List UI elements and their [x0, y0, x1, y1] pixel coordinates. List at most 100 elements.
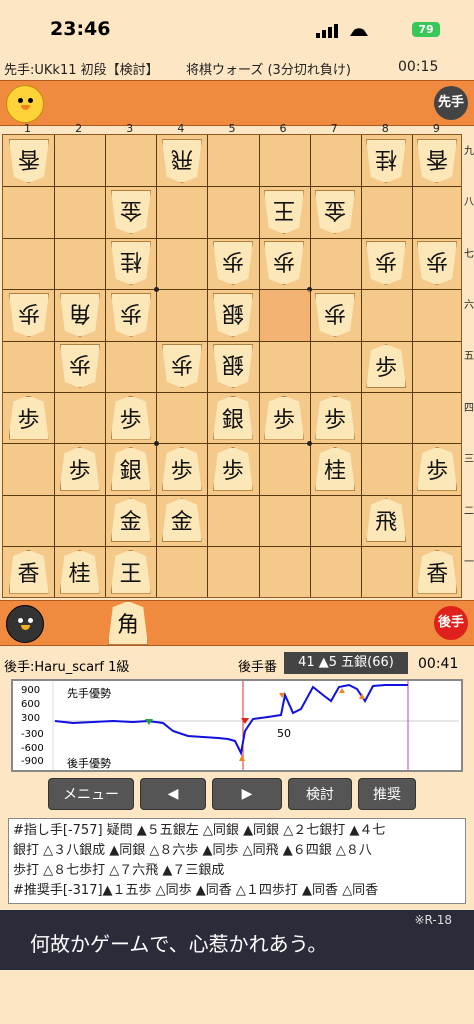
- board-piece[interactable]: 銀: [110, 446, 151, 491]
- piece-label: 金: [119, 510, 142, 536]
- board-piece[interactable]: 香: [9, 139, 49, 183]
- board-piece[interactable]: 金: [111, 190, 151, 234]
- board-piece[interactable]: 歩: [60, 344, 100, 388]
- sente-clock: 00:15: [398, 59, 439, 75]
- grid-line: [309, 135, 311, 597]
- prev-button[interactable]: ◀: [140, 778, 206, 810]
- piece-label: 香: [426, 145, 449, 171]
- hand-piece-kaku[interactable]: 角: [108, 601, 148, 645]
- row-label: 九: [464, 145, 474, 157]
- shogi-board[interactable]: 香飛桂香金王金桂歩歩歩歩歩角歩銀歩歩歩銀歩歩歩銀歩歩歩銀歩歩桂歩金金飛香桂王香: [2, 134, 462, 598]
- sente-player-label: 先手:UKk11 初段【検討】: [4, 63, 159, 78]
- board-piece[interactable]: 香: [8, 549, 49, 594]
- board-piece[interactable]: 銀: [212, 395, 253, 440]
- piece-label: 歩: [272, 407, 295, 433]
- grid-line: [3, 340, 461, 342]
- chick-avatar-icon[interactable]: [6, 85, 44, 123]
- grid-line: [105, 135, 107, 597]
- board-piece[interactable]: 金: [161, 498, 202, 543]
- board-piece[interactable]: 歩: [417, 446, 458, 491]
- piece-label: 桂: [375, 145, 398, 171]
- grid-line: [3, 186, 461, 188]
- board-piece[interactable]: 飛: [366, 498, 407, 543]
- board-piece[interactable]: 歩: [264, 395, 304, 440]
- piece-label: 歩: [375, 356, 398, 382]
- board-piece[interactable]: 歩: [59, 446, 100, 491]
- piece-label: 桂: [119, 248, 142, 274]
- evaluation-graph[interactable]: 900 600 300 -300 -600 -900 先手優勢 後手優勢 50: [11, 679, 463, 772]
- review-button[interactable]: 検討: [288, 778, 352, 810]
- board-piece[interactable]: 銀: [213, 293, 253, 337]
- board-piece[interactable]: 王: [110, 549, 151, 594]
- board-piece[interactable]: 桂: [315, 446, 356, 491]
- piece-label: 歩: [221, 248, 244, 274]
- board-piece[interactable]: 歩: [315, 395, 356, 440]
- piece-label: 歩: [426, 458, 449, 484]
- row-label: 八: [464, 197, 474, 209]
- star-point: [153, 286, 159, 292]
- piece-label: 歩: [119, 407, 142, 433]
- piece-label: 金: [324, 196, 347, 222]
- board-piece[interactable]: 桂: [111, 241, 151, 285]
- piece-label: 歩: [375, 248, 398, 274]
- board-piece[interactable]: 王: [264, 190, 304, 234]
- board-piece[interactable]: 歩: [162, 344, 202, 388]
- black-chick-avatar-icon[interactable]: [6, 605, 44, 643]
- comment-line-2: 銀打 △３八銀成 ▲同銀 △８六歩 ▲同歩 △同飛 ▲６四銀 △８八: [13, 843, 372, 858]
- board-piece[interactable]: 桂: [59, 549, 100, 594]
- board-piece[interactable]: 歩: [417, 241, 457, 285]
- comment-line-4: #推奨手[-317]▲１五歩 △同歩 ▲同香 △１四歩打 ▲同香 △同香: [13, 883, 379, 898]
- board-piece[interactable]: 桂: [366, 139, 406, 183]
- board-piece[interactable]: 歩: [366, 241, 406, 285]
- board-piece[interactable]: 歩: [213, 241, 253, 285]
- board-piece[interactable]: 歩: [111, 293, 151, 337]
- y-label-900: 900: [21, 685, 41, 696]
- board-piece[interactable]: 飛: [162, 139, 202, 183]
- grid-line: [54, 135, 56, 597]
- board-piece[interactable]: 香: [417, 549, 458, 594]
- board-piece[interactable]: 銀: [213, 344, 253, 388]
- grid-line: [411, 135, 413, 597]
- gote-hand-bar: 先手: [0, 80, 474, 126]
- y-label-300: 300: [21, 713, 41, 724]
- piece-label: 銀: [119, 458, 142, 484]
- grid-line: [156, 135, 158, 597]
- recommend-button[interactable]: 推奨: [358, 778, 416, 810]
- board-piece[interactable]: 歩: [315, 293, 355, 337]
- piece-label: 銀: [221, 407, 244, 433]
- board-piece[interactable]: 歩: [212, 446, 253, 491]
- sente-advantage-label: 先手優勢: [67, 687, 111, 700]
- board-piece[interactable]: 歩: [8, 395, 49, 440]
- y-label-600: 600: [21, 699, 41, 710]
- grid-line: [3, 443, 461, 445]
- piece-label: 銀: [221, 299, 244, 325]
- piece-label: 王: [273, 196, 296, 222]
- board-piece[interactable]: 歩: [366, 344, 407, 389]
- board-piece[interactable]: 歩: [264, 241, 304, 285]
- last-move-highlight: [259, 290, 310, 341]
- move-comment[interactable]: #指し手[-757] 疑問 ▲５五銀左 △同銀 ▲同銀 △２七銀打 ▲４七 銀打…: [8, 818, 466, 904]
- grid-line: [3, 237, 461, 239]
- board-piece[interactable]: 金: [110, 498, 151, 543]
- ad-banner[interactable]: 何故かゲームで、心惹かれあう。 ※R-18: [0, 910, 474, 970]
- sente-badge: 先手: [434, 86, 468, 120]
- board-piece[interactable]: 香: [417, 139, 457, 183]
- star-point: [307, 440, 313, 446]
- star-point: [153, 440, 159, 446]
- piece-label: 銀: [221, 351, 244, 377]
- status-time: 23:46: [50, 18, 111, 40]
- next-button[interactable]: ▶: [212, 778, 282, 810]
- board-piece[interactable]: 角: [60, 293, 100, 337]
- ad-text: 何故かゲームで、心惹かれあう。: [30, 932, 328, 956]
- piece-label: 歩: [273, 248, 296, 274]
- grid-line: [3, 494, 461, 496]
- gote-advantage-label: 後手優勢: [67, 757, 111, 770]
- battery-icon: 79: [412, 22, 440, 37]
- board-piece[interactable]: 歩: [9, 293, 49, 337]
- board-piece[interactable]: 歩: [161, 446, 202, 491]
- board-piece[interactable]: 金: [315, 190, 355, 234]
- board-piece[interactable]: 歩: [110, 395, 151, 440]
- y-label-neg600: -600: [21, 743, 44, 754]
- menu-button[interactable]: メニュー: [48, 778, 134, 810]
- y-label-neg300: -300: [21, 729, 44, 740]
